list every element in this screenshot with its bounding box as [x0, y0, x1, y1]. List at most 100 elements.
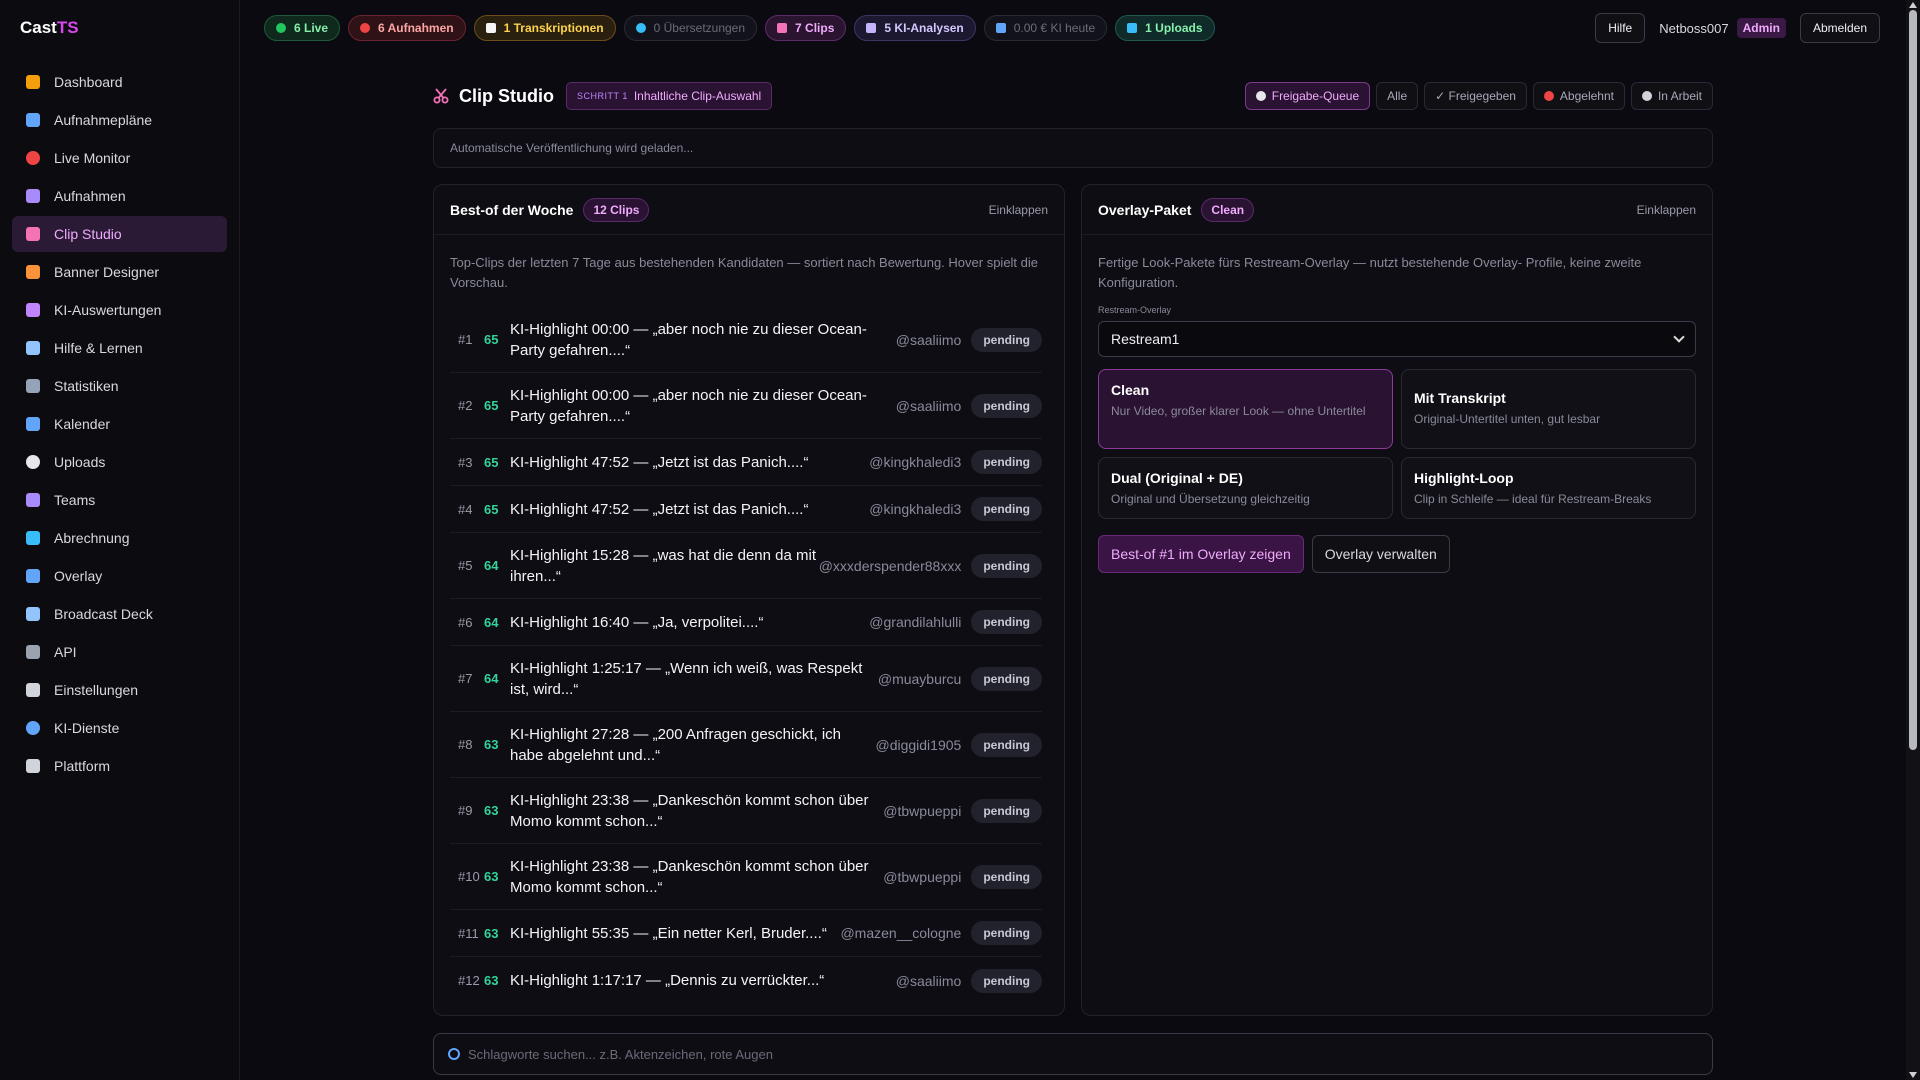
overlay-collapse-button[interactable]: Einklappen	[1637, 203, 1696, 217]
sidebar-item-label: Kalender	[54, 416, 111, 432]
clip-score: 65	[484, 398, 499, 413]
help-button[interactable]: Hilfe	[1595, 13, 1646, 43]
status-pill-label: 6 Aufnahmen	[378, 21, 454, 35]
scroll-thumb[interactable]	[1909, 10, 1917, 750]
sidebar-item-aufnahmepläne[interactable]: Aufnahmepläne	[12, 102, 227, 138]
best-of-collapse-button[interactable]: Einklappen	[989, 203, 1048, 217]
sidebar-item-hilfe-lernen[interactable]: Hilfe & Lernen	[12, 330, 227, 366]
clip-rank: #10	[458, 869, 480, 884]
look-title: Clean	[1111, 382, 1150, 398]
sidebar-item-uploads[interactable]: Uploads	[12, 444, 227, 480]
sidebar-item-label: Live Monitor	[54, 150, 131, 166]
filter-tabs: Freigabe-Queue Alle ✓ Freigegeben Abgelehnt…	[1239, 82, 1713, 110]
sidebar-item-clip-studio[interactable]: Clip Studio	[12, 216, 227, 252]
look-option-dual-original-de[interactable]: Dual (Original + DE) Original und Überset…	[1098, 457, 1393, 519]
status-pill-label: 7 Clips	[795, 21, 835, 35]
clip-status-badge: pending	[971, 732, 1042, 757]
look-option-mit-transkript[interactable]: Mit Transkript Original-Untertitel unten,…	[1401, 369, 1696, 449]
book-icon	[26, 341, 40, 355]
sidebar-item-kalender[interactable]: Kalender	[12, 406, 227, 442]
gear-icon	[26, 683, 40, 697]
clip-row[interactable]: #12 63 KI-Highlight 1:17:17 — „Dennis zu v…	[450, 957, 1042, 1004]
clip-status-badge: pending	[971, 864, 1042, 889]
clip-row[interactable]: #5 64 KI-Highlight 15:28 — „was hat die de…	[450, 533, 1042, 599]
show-best-of-in-overlay-button[interactable]: Best-of #1 im Overlay zeigen	[1098, 535, 1304, 573]
status-pill[interactable]: 0 Übersetzungen	[623, 15, 758, 41]
clip-row[interactable]: #8 63 KI-Highlight 27:28 — „200 Anfragen g…	[450, 712, 1042, 778]
sidebar-item-einstellungen[interactable]: Einstellungen	[12, 672, 227, 708]
sidebar-item-broadcast-deck[interactable]: Broadcast Deck	[12, 596, 227, 632]
filter-tab[interactable]: ✓ Freigegeben	[1424, 82, 1527, 110]
clip-score: 63	[484, 869, 499, 884]
sidebar-item-ki-dienste[interactable]: KI-Dienste	[12, 710, 227, 746]
sidebar-item-aufnahmen[interactable]: Aufnahmen	[12, 178, 227, 214]
filter-tab[interactable]: In Arbeit	[1630, 82, 1713, 110]
clip-row[interactable]: #7 64 KI-Highlight 1:25:17 — „Wenn ich wei…	[450, 646, 1042, 712]
status-pill[interactable]: 6 Live	[264, 15, 341, 41]
clip-row[interactable]: #1 65 KI-Highlight 00:00 — „aber noch nie …	[450, 307, 1042, 373]
clip-status-badge: pending	[971, 393, 1042, 418]
clip-row[interactable]: #4 65 KI-Highlight 47:52 — „Jetzt ist das …	[450, 486, 1042, 533]
clip-status-badge: pending	[971, 450, 1042, 474]
status-pill[interactable]: 0.00 € KI heute	[983, 15, 1108, 41]
filter-tab-label: Abgelehnt	[1559, 89, 1614, 103]
clip-title: KI-Highlight 47:52 — „Jetzt ist das Pani…	[510, 453, 809, 471]
filter-tab[interactable]: Alle	[1376, 82, 1419, 110]
clip-row[interactable]: #9 63 KI-Highlight 23:38 — „Dankeschön kom…	[450, 778, 1042, 844]
clip-row[interactable]: #10 63 KI-Highlight 23:38 — „Dankeschön ko…	[450, 844, 1042, 910]
clip-author: @tbwpueppi	[883, 802, 962, 819]
sidebar-item-ki-auswertungen[interactable]: KI-Auswertungen	[12, 292, 227, 328]
scroll-up-arrow-icon[interactable]	[1909, 2, 1917, 8]
clip-status-badge: pending	[971, 798, 1042, 823]
look-description: Original und Übersetzung gleichzeitig	[1111, 492, 1310, 506]
manage-overlay-button[interactable]: Overlay verwalten	[1311, 535, 1450, 573]
scroll-down-arrow-icon[interactable]	[1909, 1072, 1917, 1078]
status-pill[interactable]: 6 Aufnahmen	[348, 15, 466, 41]
restream-overlay-label: Restream-Overlay	[1098, 305, 1172, 315]
search-input[interactable]	[468, 1046, 1668, 1062]
sidebar-item-statistiken[interactable]: Statistiken	[12, 368, 227, 404]
clip-title: KI-Highlight 23:38 — „Dankeschön kommt s…	[510, 857, 869, 896]
status-pill[interactable]: 1 Transkriptionen	[473, 15, 616, 41]
clip-row[interactable]: #6 64 KI-Highlight 16:40 — „Ja, verpolitei…	[450, 599, 1042, 646]
sidebar-item-abrechnung[interactable]: Abrechnung	[12, 520, 227, 556]
sidebar-item-banner-designer[interactable]: Banner Designer	[12, 254, 227, 290]
top-status-bar: 6 Live 6 Aufnahmen 1 Transkriptionen 0 Über…	[240, 0, 1920, 56]
sidebar-item-api[interactable]: API	[12, 634, 227, 670]
filter-tab[interactable]: Abgelehnt	[1532, 82, 1625, 110]
sidebar-item-live-monitor[interactable]: Live Monitor	[12, 140, 227, 176]
logout-button[interactable]: Abmelden	[1799, 13, 1880, 43]
sidebar-item-overlay[interactable]: Overlay	[12, 558, 227, 594]
clip-row[interactable]: #11 63 KI-Highlight 55:35 — „Ein netter Ke…	[450, 910, 1042, 957]
restream-overlay-select[interactable]: Restream1	[1098, 321, 1696, 357]
look-options: Clean Nur Video, großer klarer Look — ohn…	[1098, 369, 1696, 519]
look-description: Nur Video, großer klarer Look — ohne Unt…	[1111, 404, 1366, 418]
status-pill[interactable]: 7 Clips	[765, 15, 847, 41]
sidebar-item-label: KI-Auswertungen	[54, 302, 162, 318]
look-option-clean[interactable]: Clean Nur Video, großer klarer Look — ohn…	[1098, 369, 1393, 449]
clip-author: @kingkhaledi3	[869, 454, 962, 470]
clip-row[interactable]: #2 65 KI-Highlight 00:00 — „aber noch nie …	[450, 373, 1042, 439]
sidebar-item-plattform[interactable]: Plattform	[12, 748, 227, 784]
robot-icon	[866, 23, 877, 33]
scissors-icon	[777, 23, 788, 33]
search-icon	[448, 1048, 460, 1060]
filter-tab[interactable]: Freigabe-Queue	[1244, 82, 1371, 110]
clip-author: @diggidi1905	[875, 736, 962, 753]
sidebar-item-label: Uploads	[54, 454, 106, 470]
status-pill-label: 0 Übersetzungen	[653, 21, 746, 35]
page-scrollbar[interactable]	[1906, 0, 1920, 1080]
globe-icon	[635, 23, 646, 33]
look-option-highlight-loop[interactable]: Highlight-Loop Clip in Schleife — ideal f…	[1401, 457, 1696, 519]
sidebar-item-dashboard[interactable]: Dashboard	[12, 64, 227, 100]
sidebar-item-teams[interactable]: Teams	[12, 482, 227, 518]
status-pill[interactable]: 1 Uploads	[1115, 15, 1215, 41]
building-icon	[26, 759, 40, 773]
clip-row[interactable]: #3 65 KI-Highlight 47:52 — „Jetzt ist das …	[450, 439, 1042, 486]
grid-icon	[26, 607, 40, 621]
clock-icon	[1255, 91, 1266, 101]
clip-score: 64	[484, 558, 499, 573]
clip-score: 65	[484, 501, 499, 517]
brand-logo[interactable]: CastTS	[20, 18, 79, 38]
status-pill[interactable]: 5 KI-Analysen	[854, 15, 976, 41]
